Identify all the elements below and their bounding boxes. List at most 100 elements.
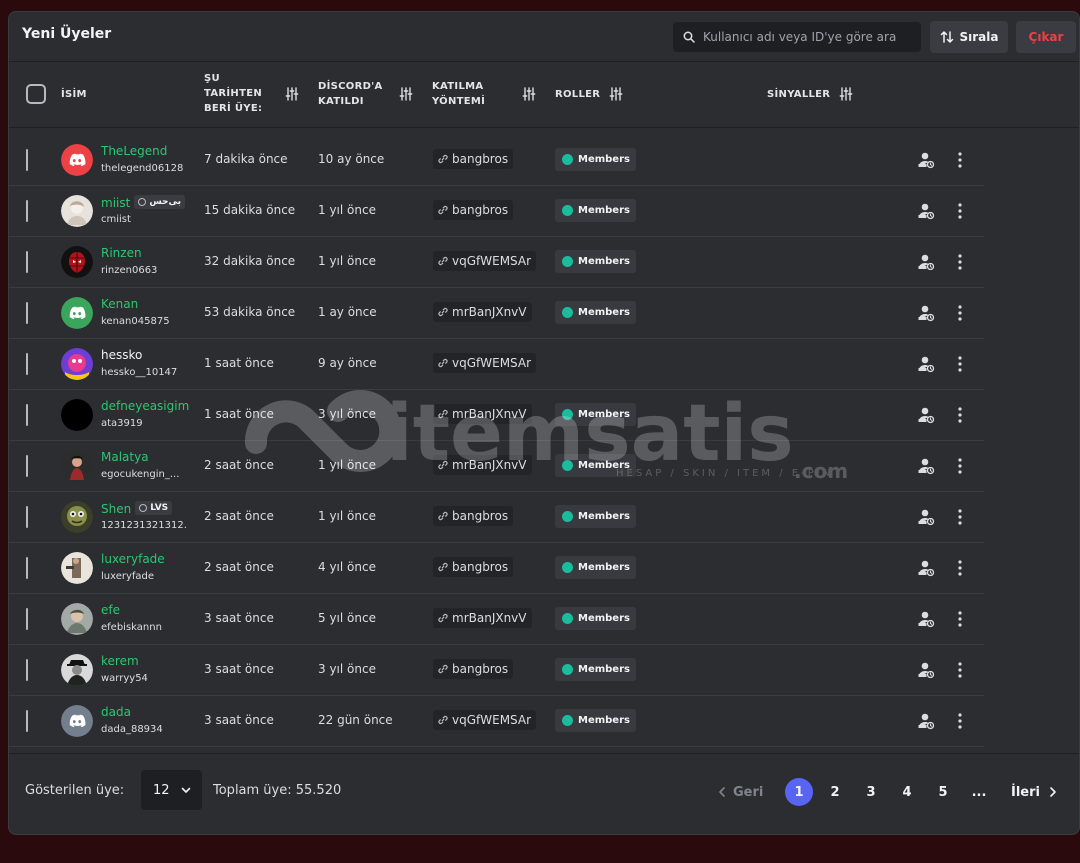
- avatar[interactable]: [61, 348, 93, 380]
- view-profile-icon[interactable]: [917, 202, 935, 224]
- view-profile-icon[interactable]: [917, 661, 935, 683]
- more-options-icon[interactable]: [957, 202, 963, 224]
- avatar[interactable]: [61, 552, 93, 584]
- filter-icon[interactable]: [522, 87, 536, 101]
- member-display-name[interactable]: Kenan: [101, 297, 138, 311]
- member-display-name[interactable]: hessko: [101, 348, 142, 362]
- row-select-handle[interactable]: [26, 557, 28, 579]
- column-discord-joined[interactable]: DİSCORD'A KATILDI: [318, 79, 383, 109]
- role-badge[interactable]: Members: [555, 607, 636, 630]
- row-select-handle[interactable]: [26, 302, 28, 324]
- view-profile-icon[interactable]: [917, 712, 935, 734]
- avatar[interactable]: [61, 450, 93, 482]
- table-row[interactable]: hessko hessko__10147 1 saat önce 9 ay önce v…: [9, 339, 984, 390]
- filter-icon[interactable]: [609, 87, 623, 101]
- page-1-button[interactable]: 1: [785, 778, 813, 806]
- avatar[interactable]: [61, 246, 93, 278]
- row-select-handle[interactable]: [26, 149, 28, 171]
- table-row[interactable]: efe efebiskannn 3 saat önce 5 yıl önce mrBan…: [9, 594, 984, 645]
- sort-button[interactable]: Sırala: [930, 21, 1008, 53]
- avatar[interactable]: [61, 399, 93, 431]
- column-signals[interactable]: SİNYALLER: [767, 87, 830, 102]
- table-row[interactable]: kerem warryy54 3 saat önce 3 yıl önce bangbr…: [9, 645, 984, 696]
- member-display-name[interactable]: miist بی‌حس: [101, 195, 186, 210]
- view-profile-icon[interactable]: [917, 253, 935, 275]
- view-profile-icon[interactable]: [917, 151, 935, 173]
- table-row[interactable]: defneyeasigim ata3919 1 saat önce 3 yıl önc…: [9, 390, 984, 441]
- filter-icon[interactable]: [399, 87, 413, 101]
- avatar[interactable]: [61, 654, 93, 686]
- row-select-handle[interactable]: [26, 506, 28, 528]
- member-display-name[interactable]: Shen LVS: [101, 501, 173, 516]
- view-profile-icon[interactable]: [917, 304, 935, 326]
- row-select-handle[interactable]: [26, 659, 28, 681]
- more-options-icon[interactable]: [957, 559, 963, 581]
- more-options-icon[interactable]: [957, 457, 963, 479]
- member-display-name[interactable]: kerem: [101, 654, 139, 668]
- table-row[interactable]: Rinzen rinzen0663 32 dakika önce 1 yıl önce…: [9, 237, 984, 288]
- member-display-name[interactable]: luxeryfade: [101, 552, 165, 566]
- member-display-name[interactable]: dada: [101, 705, 131, 719]
- page-3-button[interactable]: 3: [857, 778, 885, 806]
- search-input[interactable]: [703, 30, 913, 44]
- filter-icon[interactable]: [285, 87, 299, 101]
- select-all-checkbox[interactable]: [26, 84, 46, 104]
- member-display-name[interactable]: Malatya: [101, 450, 149, 464]
- search-box[interactable]: [673, 22, 921, 52]
- avatar[interactable]: [61, 297, 93, 329]
- role-badge[interactable]: Members: [555, 709, 636, 732]
- column-join-method[interactable]: KATILMA YÖNTEMİ: [432, 79, 485, 109]
- role-badge[interactable]: Members: [555, 505, 636, 528]
- column-name[interactable]: İSİM: [61, 87, 87, 102]
- row-select-handle[interactable]: [26, 608, 28, 630]
- table-row[interactable]: Malatya egocukengin_... 2 saat önce 1 yıl ö…: [9, 441, 984, 492]
- next-page-button[interactable]: İleri: [1011, 778, 1058, 806]
- table-row[interactable]: TheLegend thelegend06128 7 dakika önce 10 a…: [9, 135, 984, 186]
- role-badge[interactable]: Members: [555, 301, 636, 324]
- member-display-name[interactable]: efe: [101, 603, 120, 617]
- view-profile-icon[interactable]: [917, 457, 935, 479]
- more-options-icon[interactable]: [957, 508, 963, 530]
- avatar[interactable]: [61, 603, 93, 635]
- remove-button[interactable]: Çıkar: [1016, 21, 1076, 53]
- row-select-handle[interactable]: [26, 251, 28, 273]
- more-options-icon[interactable]: [957, 661, 963, 683]
- view-profile-icon[interactable]: [917, 508, 935, 530]
- prev-page-button[interactable]: Geri: [717, 778, 763, 806]
- page-2-button[interactable]: 2: [821, 778, 849, 806]
- column-roles[interactable]: ROLLER: [555, 87, 600, 102]
- more-options-icon[interactable]: [957, 304, 963, 326]
- role-badge[interactable]: Members: [555, 199, 636, 222]
- avatar[interactable]: [61, 705, 93, 737]
- column-member-since[interactable]: ŞU TARİHTEN BERİ ÜYE:: [204, 71, 262, 116]
- table-row[interactable]: dada dada_88934 3 saat önce 22 gün önce vqGf…: [9, 696, 984, 747]
- view-profile-icon[interactable]: [917, 355, 935, 377]
- avatar[interactable]: [61, 144, 93, 176]
- more-options-icon[interactable]: [957, 151, 963, 173]
- page-5-button[interactable]: 5: [929, 778, 957, 806]
- row-select-handle[interactable]: [26, 200, 28, 222]
- member-display-name[interactable]: TheLegend: [101, 144, 167, 158]
- role-badge[interactable]: Members: [555, 148, 636, 171]
- view-profile-icon[interactable]: [917, 559, 935, 581]
- page-4-button[interactable]: 4: [893, 778, 921, 806]
- avatar[interactable]: [61, 195, 93, 227]
- table-row[interactable]: miist بی‌حس cmiist 15 dakika önce 1 yıl önce…: [9, 186, 984, 237]
- more-options-icon[interactable]: [957, 253, 963, 275]
- table-row[interactable]: Shen LVS 1231231321312... 2 saat önce 1 yıl …: [9, 492, 984, 543]
- more-options-icon[interactable]: [957, 406, 963, 428]
- member-display-name[interactable]: Rinzen: [101, 246, 142, 260]
- row-select-handle[interactable]: [26, 455, 28, 477]
- more-options-icon[interactable]: [957, 355, 963, 377]
- table-row[interactable]: luxeryfade luxeryfade 2 saat önce 4 yıl önc…: [9, 543, 984, 594]
- page-size-select[interactable]: 12: [141, 770, 202, 810]
- view-profile-icon[interactable]: [917, 406, 935, 428]
- role-badge[interactable]: Members: [555, 403, 636, 426]
- table-row[interactable]: Kenan kenan045875 53 dakika önce 1 ay önce m…: [9, 288, 984, 339]
- row-select-handle[interactable]: [26, 710, 28, 732]
- row-select-handle[interactable]: [26, 353, 28, 375]
- role-badge[interactable]: Members: [555, 556, 636, 579]
- role-badge[interactable]: Members: [555, 454, 636, 477]
- more-options-icon[interactable]: [957, 712, 963, 734]
- role-badge[interactable]: Members: [555, 658, 636, 681]
